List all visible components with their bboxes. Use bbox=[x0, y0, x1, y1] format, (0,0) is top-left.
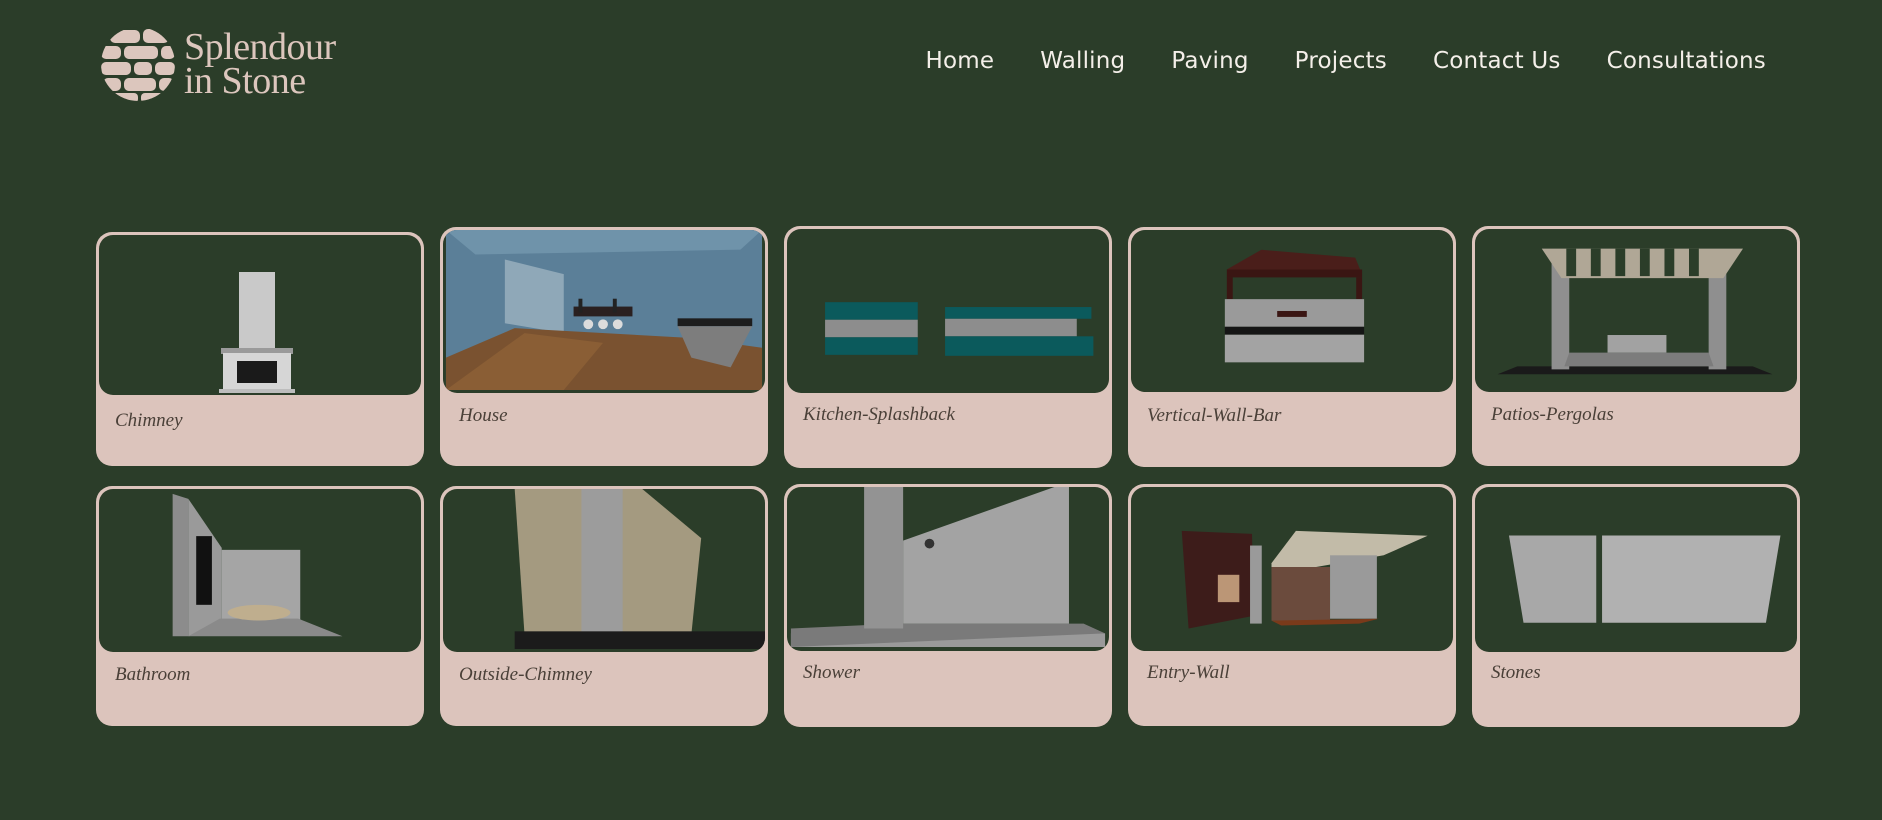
bathroom-image bbox=[99, 489, 421, 652]
project-label: Outside-Chimney bbox=[459, 664, 592, 685]
nav-paving[interactable]: Paving bbox=[1171, 48, 1248, 74]
project-card-stones[interactable]: Stones bbox=[1472, 484, 1800, 727]
site-header: Splendour in Stone Home Walling Paving P… bbox=[0, 0, 1882, 130]
brand-line-1: Splendour bbox=[184, 26, 336, 68]
house-image bbox=[443, 230, 765, 393]
outside-chimney-image bbox=[443, 489, 765, 652]
shower-image bbox=[787, 487, 1109, 651]
project-card-house[interactable]: House bbox=[440, 227, 768, 466]
project-label: Vertical-Wall-Bar bbox=[1147, 405, 1282, 426]
project-label: Chimney bbox=[115, 410, 183, 431]
kitchen-splashback-image bbox=[787, 229, 1109, 393]
project-card-vertical-wall-bar[interactable]: Vertical-Wall-Bar bbox=[1128, 227, 1456, 467]
project-label: Patios-Pergolas bbox=[1491, 404, 1614, 425]
project-label: Stones bbox=[1491, 662, 1541, 683]
project-label: Bathroom bbox=[115, 664, 191, 685]
stone-wall-logo-icon bbox=[101, 27, 175, 101]
brand-logo[interactable]: Splendour in Stone bbox=[100, 26, 336, 102]
nav-contact-us[interactable]: Contact Us bbox=[1433, 48, 1561, 74]
main-nav: Home Walling Paving Projects Contact Us … bbox=[926, 48, 1767, 74]
project-label: Kitchen-Splashback bbox=[803, 404, 955, 425]
project-card-patios-pergolas[interactable]: Patios-Pergolas bbox=[1472, 226, 1800, 466]
nav-projects[interactable]: Projects bbox=[1295, 48, 1387, 74]
project-card-outside-chimney[interactable]: Outside-Chimney bbox=[440, 486, 768, 726]
stones-image bbox=[1475, 487, 1797, 652]
nav-walling[interactable]: Walling bbox=[1040, 48, 1125, 74]
brand-line-2: in Stone bbox=[184, 60, 306, 102]
project-label: Shower bbox=[803, 662, 860, 683]
nav-consultations[interactable]: Consultations bbox=[1607, 48, 1766, 74]
project-card-kitchen-splashback[interactable]: Kitchen-Splashback bbox=[784, 226, 1112, 468]
brand-name: Splendour in Stone bbox=[184, 26, 336, 102]
project-card-entry-wall[interactable]: Entry-Wall bbox=[1128, 484, 1456, 726]
entry-wall-image bbox=[1131, 487, 1453, 651]
vertical-wall-bar-image bbox=[1131, 230, 1453, 392]
project-card-shower[interactable]: Shower bbox=[784, 484, 1112, 727]
project-label: Entry-Wall bbox=[1147, 662, 1230, 683]
chimney-image bbox=[99, 235, 421, 395]
project-label: House bbox=[459, 405, 508, 426]
patios-pergolas-image bbox=[1475, 229, 1797, 392]
project-card-bathroom[interactable]: Bathroom bbox=[96, 486, 424, 726]
nav-home[interactable]: Home bbox=[926, 48, 995, 74]
project-card-chimney[interactable]: Chimney bbox=[96, 232, 424, 466]
